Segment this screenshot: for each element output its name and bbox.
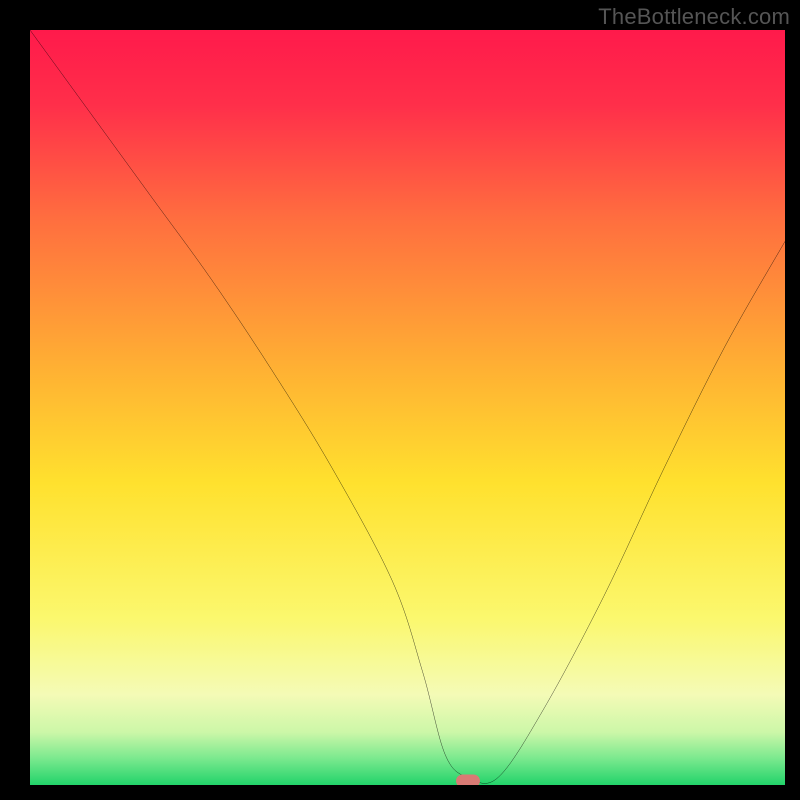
watermark-text: TheBottleneck.com xyxy=(598,4,790,30)
plot-area xyxy=(30,30,785,785)
optimum-marker xyxy=(456,775,480,785)
bottleneck-curve xyxy=(30,30,785,785)
chart-frame: TheBottleneck.com xyxy=(0,0,800,800)
